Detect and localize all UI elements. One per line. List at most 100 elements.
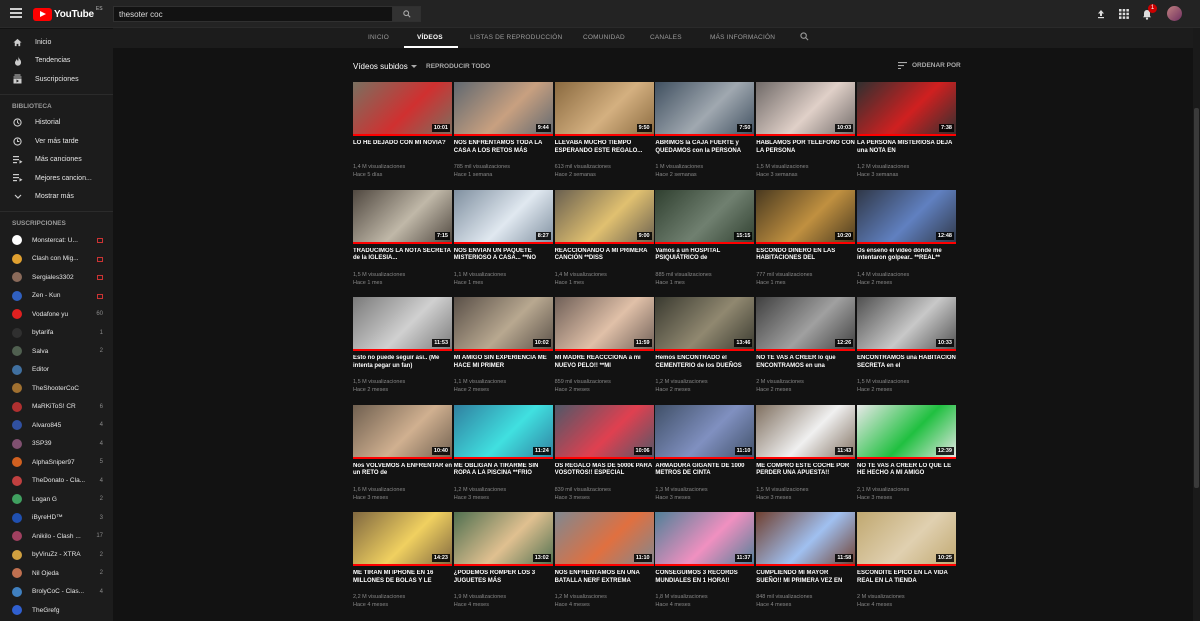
video-thumbnail[interactable]: 15:15: [655, 189, 755, 244]
video-title[interactable]: ME COMPRO ESTE COCHE POR PERDER UNA APUE…: [756, 463, 855, 478]
tab-community[interactable]: COMUNIDAD: [583, 34, 625, 41]
video-title[interactable]: NOS ENFRENTAMOS TODA LA CASA A LOS RETOS…: [454, 140, 553, 155]
sidebar-item-history[interactable]: Historial: [0, 114, 113, 133]
video-thumbnail[interactable]: 13:02: [453, 512, 553, 566]
sidebar-subscription-item[interactable]: TheShooterCoC: [0, 379, 113, 398]
tab-home[interactable]: INICIO: [368, 34, 389, 41]
video-thumbnail[interactable]: 7:38: [857, 82, 956, 136]
video-thumbnail[interactable]: 11:37: [655, 512, 755, 566]
sidebar-subscription-item[interactable]: TheGrefg: [0, 601, 113, 620]
video-thumbnail[interactable]: 10:25: [857, 512, 956, 566]
sidebar-item-home[interactable]: Inicio: [0, 33, 113, 52]
video-title[interactable]: Hemos ENCONTRADO el CEMENTERIO de los DU…: [655, 355, 754, 370]
video-thumbnail[interactable]: 13:46: [655, 297, 755, 351]
video-title[interactable]: NO TE VAS A CREER LO QUE LE HE HECHO A M…: [857, 463, 956, 478]
channel-search-icon[interactable]: [800, 32, 809, 43]
tab-channels[interactable]: CANALES: [650, 34, 682, 41]
uploads-dropdown[interactable]: Vídeos subidos: [353, 62, 417, 71]
video-thumbnail[interactable]: 12:26: [756, 297, 856, 351]
video-title[interactable]: Os enseño el vídeo donde me intentaron g…: [857, 248, 956, 263]
video-thumbnail[interactable]: 12:39: [857, 404, 956, 459]
sidebar-subscription-item[interactable]: AlphaSniper97 5: [0, 453, 113, 472]
sidebar-subscription-item[interactable]: Clash con Mig...: [0, 250, 113, 269]
sidebar-item-playlist-2[interactable]: Mejores cancion...: [0, 169, 113, 188]
video-thumbnail[interactable]: 10:02: [453, 297, 553, 351]
video-thumbnail[interactable]: 8:27: [453, 189, 553, 244]
sidebar-item-playlist-1[interactable]: Más canciones: [0, 151, 113, 170]
sidebar-item-watch-later[interactable]: Ver más tarde: [0, 132, 113, 151]
video-thumbnail[interactable]: 11:59: [554, 297, 654, 351]
sort-by-button[interactable]: ORDENAR POR: [898, 62, 961, 69]
page-scrollbar[interactable]: [1193, 28, 1200, 621]
video-title[interactable]: ME OBLIGAN A TIRARME SIN ROPA A LA PISCI…: [454, 463, 553, 478]
sidebar-subscription-item[interactable]: Anikilo - Clash ... 17: [0, 527, 113, 546]
youtube-logo[interactable]: YouTube ES: [33, 6, 103, 21]
video-title[interactable]: ARMADURA GIGANTE DE 1000 METROS DE CINTA: [655, 463, 754, 478]
apps-grid-icon[interactable]: [1118, 8, 1130, 20]
video-title[interactable]: Nos VOLVEMOS A ENFRENTAR en un RETO de: [353, 463, 452, 478]
sidebar-subscription-item[interactable]: Nil Ojeda 2: [0, 564, 113, 583]
video-title[interactable]: OS REGALO MÁS DE 5000€ PARA VOSOTROS!! E…: [555, 463, 654, 478]
video-thumbnail[interactable]: 9:50: [554, 82, 654, 136]
video-thumbnail[interactable]: 10:40: [353, 404, 452, 459]
sidebar-item-trending[interactable]: Tendencias: [0, 52, 113, 71]
menu-icon[interactable]: [10, 8, 22, 18]
video-title[interactable]: CUMPLIENDO MI MAYOR SUEÑO!! MI PRIMERA V…: [756, 570, 855, 585]
video-title[interactable]: LA PERSONA MISTERIOSA DEJA una NOTA EN: [857, 140, 956, 155]
video-title[interactable]: LLEVABA MUCHO TIEMPO ESPERANDO ESTE REGA…: [555, 140, 654, 155]
video-thumbnail[interactable]: 12:48: [857, 189, 956, 244]
video-title[interactable]: MI AMIGO SIN EXPERIENCIA ME HACE MI PRIM…: [454, 355, 553, 370]
video-title[interactable]: Esto no puede seguir así.. (Me intenta p…: [353, 355, 452, 370]
video-title[interactable]: HABLAMOS POR TELÉFONO CON LA PERSONA: [756, 140, 855, 155]
sidebar-subscription-item[interactable]: bytarifa 1: [0, 324, 113, 343]
video-thumbnail[interactable]: 7:50: [655, 82, 755, 136]
video-thumbnail[interactable]: 7:15: [353, 189, 452, 244]
sidebar-subscription-item[interactable]: Zen - Kun: [0, 287, 113, 306]
video-title[interactable]: CONSEGUIMOS 3 RÉCORDS MUNDIALES EN 1 HOR…: [655, 570, 754, 585]
sidebar-show-more[interactable]: Mostrar más: [0, 188, 113, 207]
sidebar-subscription-item[interactable]: Monstercat: U...: [0, 231, 113, 250]
video-title[interactable]: ESCONDO DINERO EN LAS HABITACIONES DEL: [756, 248, 855, 263]
video-thumbnail[interactable]: 11:10: [655, 404, 755, 459]
upload-icon[interactable]: [1095, 8, 1107, 20]
video-title[interactable]: TRADUCIMOS LA NOTA SECRETA de la IGLESIA…: [353, 248, 452, 263]
video-thumbnail[interactable]: 9:44: [453, 82, 553, 136]
video-thumbnail[interactable]: 10:01: [353, 82, 452, 136]
video-title[interactable]: ¿PODEMOS ROMPER LOS 3 JUGUETES MÁS: [454, 570, 553, 585]
sidebar-subscription-item[interactable]: Vodafone yu 60: [0, 305, 113, 324]
tab-about[interactable]: MÁS INFORMACIÓN: [710, 34, 775, 41]
video-title[interactable]: ENCONTRAMOS una HABITACIÓN SECRETA en el: [857, 355, 956, 370]
video-title[interactable]: REACCIONANDO A MI PRIMERA CANCIÓN **DISS: [555, 248, 654, 263]
play-all-button[interactable]: REPRODUCIR TODO: [426, 63, 490, 70]
video-title[interactable]: ABRIMOS la CAJA FUERTE y QUEDAMOS con la…: [655, 140, 754, 155]
sidebar-subscription-item[interactable]: iByreHD™ 3: [0, 509, 113, 528]
tab-playlists[interactable]: LISTAS DE REPRODUCCIÓN: [470, 34, 562, 41]
tab-videos[interactable]: VÍDEOS: [417, 34, 443, 41]
video-title[interactable]: ESCONDITE ÉPICO EN LA VIDA REAL EN LA TI…: [857, 570, 956, 585]
video-thumbnail[interactable]: 10:06: [554, 404, 654, 459]
video-title[interactable]: NOS ENVIAN UN PAQUETE MISTERIOSO A CASA.…: [454, 248, 553, 263]
sidebar-subscription-item[interactable]: BrolyCoC - Clas... 4: [0, 583, 113, 602]
sidebar-subscription-item[interactable]: MaRKiToS! CR 6: [0, 398, 113, 417]
video-title[interactable]: Vamos a un HOSPITAL PSIQUIÁTRICO de: [655, 248, 754, 263]
sidebar-subscription-item[interactable]: Salva 2: [0, 342, 113, 361]
sidebar-subscription-item[interactable]: Sergiales3302: [0, 268, 113, 287]
sidebar-subscription-item[interactable]: Alvaro845 4: [0, 416, 113, 435]
video-title[interactable]: LO HE DEJADO CON MI NOVIA?: [353, 140, 452, 155]
video-thumbnail[interactable]: 11:43: [756, 404, 856, 459]
sidebar-subscription-item[interactable]: Logan G 2: [0, 490, 113, 509]
sidebar-item-subscriptions[interactable]: Suscripciones: [0, 70, 113, 89]
sidebar-subscription-item[interactable]: Editor: [0, 361, 113, 380]
sidebar-subscription-item[interactable]: TheDonato - Cla... 4: [0, 472, 113, 491]
search-input[interactable]: [113, 6, 393, 22]
video-thumbnail[interactable]: 14:23: [353, 512, 452, 566]
video-thumbnail[interactable]: 10:20: [756, 189, 856, 244]
scrollbar-thumb[interactable]: [1194, 108, 1199, 488]
video-thumbnail[interactable]: 10:03: [756, 82, 856, 136]
account-avatar[interactable]: [1167, 6, 1182, 21]
sidebar-subscription-item[interactable]: byViruZz - XTRA 2: [0, 546, 113, 565]
video-thumbnail[interactable]: 11:10: [554, 512, 654, 566]
video-title[interactable]: NO TE VAS A CREER lo que ENCONTRAMOS en …: [756, 355, 855, 370]
video-title[interactable]: NOS ENFRENTAMOS EN UNA BATALLA NERF EXTR…: [555, 570, 654, 585]
sidebar-subscription-item[interactable]: 3SP39 4: [0, 435, 113, 454]
